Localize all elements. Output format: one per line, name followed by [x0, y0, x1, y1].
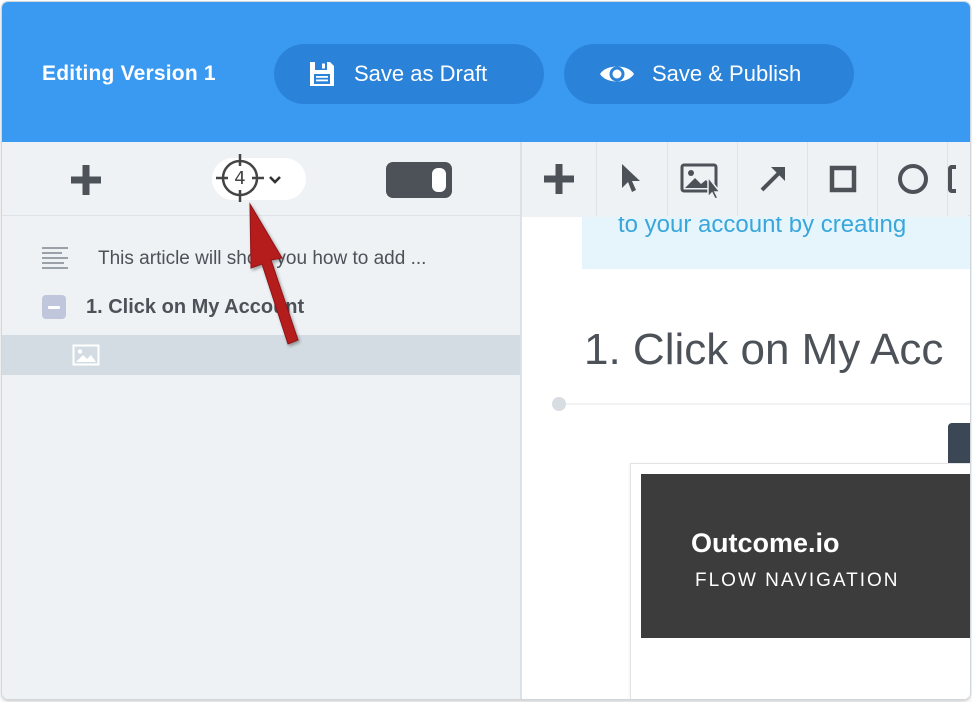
save-as-draft-label: Save as Draft	[354, 61, 488, 86]
circle-icon	[897, 164, 928, 194]
step-screenshot[interactable]: Outcome.io FLOW NAVIGATION	[630, 463, 970, 699]
image-cursor-icon	[680, 163, 722, 199]
plus-icon	[544, 164, 574, 194]
floppy-disk-icon	[306, 58, 338, 90]
save-as-draft-button[interactable]: Save as Draft	[274, 44, 544, 104]
image-hotspot-tool[interactable]	[668, 142, 738, 216]
screenshot-subtitle: FLOW NAVIGATION	[695, 570, 900, 591]
arrow-icon	[760, 167, 785, 192]
step-number: 4	[234, 167, 246, 189]
drawing-tools	[522, 142, 968, 216]
toggle-icon	[432, 168, 446, 192]
content-canvas: to your account by creating 1. Click on …	[522, 217, 970, 699]
view-toggle-button[interactable]	[386, 162, 452, 198]
more-tools-edge[interactable]	[948, 142, 968, 216]
callout-text: to your account by creating	[618, 217, 907, 238]
save-and-publish-button[interactable]: Save & Publish	[564, 44, 854, 104]
cursor-icon	[622, 164, 640, 192]
intro-callout: to your account by creating	[582, 217, 970, 269]
crosshair-icon: 4	[214, 152, 266, 204]
text-lines-icon	[42, 247, 68, 269]
collapse-icon[interactable]	[42, 295, 66, 319]
plus-icon	[71, 165, 101, 195]
step-number-picker[interactable]: 4	[212, 154, 306, 202]
app-window: Editing Version 1 Save as Draft Save & P…	[2, 2, 970, 699]
select-tool[interactable]	[597, 142, 668, 216]
step-rule	[566, 403, 970, 405]
image-toolbar-tab[interactable]	[948, 423, 970, 465]
eye-icon	[598, 58, 636, 90]
annotation-arrow	[249, 202, 299, 345]
image-icon	[72, 344, 100, 366]
square-icon	[829, 165, 856, 193]
save-and-publish-label: Save & Publish	[652, 61, 802, 86]
step-heading: 1. Click on My Acc	[584, 325, 944, 374]
screenshot-banner: Outcome.io FLOW NAVIGATION	[641, 474, 970, 638]
step-connector-dot	[552, 397, 566, 411]
rectangle-tool[interactable]	[808, 142, 878, 216]
chevron-down-icon	[269, 176, 281, 184]
add-element-tool[interactable]	[522, 142, 597, 216]
page-title: Editing Version 1	[42, 62, 216, 85]
editor-header: Editing Version 1 Save as Draft Save & P…	[2, 2, 970, 142]
screenshot-brand: Outcome.io	[691, 528, 840, 558]
circle-tool[interactable]	[878, 142, 948, 216]
arrow-tool[interactable]	[738, 142, 808, 216]
add-step-button[interactable]	[66, 160, 106, 200]
